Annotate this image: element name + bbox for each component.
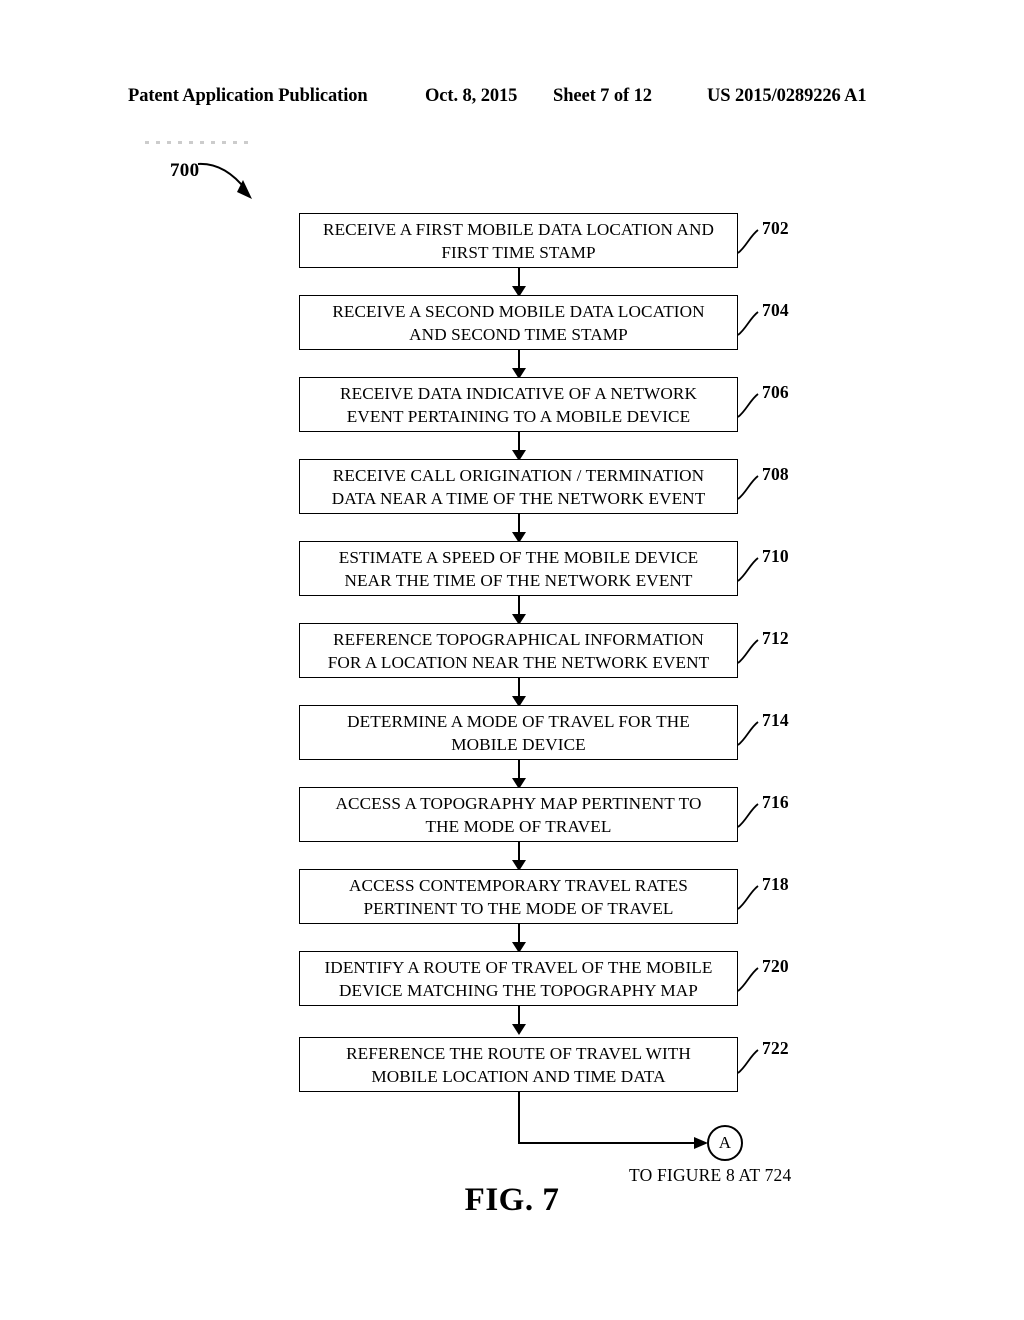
flow-step-702[interactable]: RECEIVE A FIRST MOBILE DATA LOCATION AND… (299, 213, 738, 268)
ref-numeral-712: 712 (762, 628, 789, 648)
flow-step-720-label: IDENTIFY A ROUTE OF TRAVEL OF THE MOBILE… (324, 957, 713, 1000)
flow-step-712[interactable]: REFERENCE TOPOGRAPHICAL INFORMATION FOR … (299, 623, 738, 678)
figure-caption-text: FIG. 7 (464, 1182, 560, 1218)
flow-step-704-label: RECEIVE A SECOND MOBILE DATA LOCATION AN… (332, 301, 705, 344)
publication-header: Patent Application Publication Oct. 8, 2… (0, 86, 1024, 112)
flow-step-716-label: ACCESS A TOPOGRAPHY MAP PERTINENT TO THE… (335, 793, 702, 836)
flow-step-718-label: ACCESS CONTEMPORARY TRAVEL RATES PERTINE… (349, 875, 688, 918)
ref-numeral-722: 722 (762, 1038, 789, 1058)
ref-numeral-702: 702 (762, 218, 789, 238)
ref-numeral-704: 704 (762, 300, 789, 320)
ref-numeral-706: 706 (762, 382, 789, 402)
header-date-label: Oct. 8, 2015 (425, 86, 518, 106)
flow-step-706[interactable]: RECEIVE DATA INDICATIVE OF A NETWORK EVE… (299, 377, 738, 432)
figure-caption: FIG. 7 (0, 1182, 1024, 1219)
flow-step-710-label: ESTIMATE A SPEED OF THE MOBILE DEVICE NE… (338, 547, 699, 590)
ref-numeral-720: 720 (762, 956, 789, 976)
flow-step-710[interactable]: ESTIMATE A SPEED OF THE MOBILE DEVICE NE… (299, 541, 738, 596)
flow-step-722-label: REFERENCE THE ROUTE OF TRAVEL WITH MOBIL… (346, 1043, 691, 1086)
header-publication-label: Patent Application Publication (128, 86, 368, 106)
ref-numeral-708: 708 (762, 464, 789, 484)
ref-numeral-710: 710 (762, 546, 789, 566)
flow-tag-leader-arrow-icon (197, 162, 252, 199)
flow-step-712-label: REFERENCE TOPOGRAPHICAL INFORMATION FOR … (327, 629, 710, 672)
flow-step-716[interactable]: ACCESS A TOPOGRAPHY MAP PERTINENT TO THE… (299, 787, 738, 842)
flow-step-722[interactable]: REFERENCE THE ROUTE OF TRAVEL WITH MOBIL… (299, 1037, 738, 1092)
flow-reference-700: 700 (170, 160, 200, 181)
flow-step-714[interactable]: DETERMINE A MODE OF TRAVEL FOR THE MOBIL… (299, 705, 738, 760)
ref-numeral-714: 714 (762, 710, 789, 730)
flow-step-714-label: DETERMINE A MODE OF TRAVEL FOR THE MOBIL… (347, 711, 690, 754)
flow-step-702-label: RECEIVE A FIRST MOBILE DATA LOCATION AND… (323, 219, 714, 262)
header-patent-number: US 2015/0289226 A1 (707, 86, 867, 106)
ref-numeral-716: 716 (762, 792, 789, 812)
flow-step-718[interactable]: ACCESS CONTEMPORARY TRAVEL RATES PERTINE… (299, 869, 738, 924)
flow-step-706-label: RECEIVE DATA INDICATIVE OF A NETWORK EVE… (340, 383, 697, 426)
flow-step-704[interactable]: RECEIVE A SECOND MOBILE DATA LOCATION AN… (299, 295, 738, 350)
flow-step-720[interactable]: IDENTIFY A ROUTE OF TRAVEL OF THE MOBILE… (299, 951, 738, 1006)
scan-artifact (145, 141, 255, 144)
patent-figure-page: Patent Application Publication Oct. 8, 2… (0, 0, 1024, 1320)
ref-numeral-718: 718 (762, 874, 789, 894)
header-sheet-label: Sheet 7 of 12 (553, 86, 652, 106)
offpage-connector-a-label: A (718, 1133, 732, 1152)
flow-step-708-label: RECEIVE CALL ORIGINATION / TERMINATION D… (331, 465, 706, 508)
flow-step-708[interactable]: RECEIVE CALL ORIGINATION / TERMINATION D… (299, 459, 738, 514)
